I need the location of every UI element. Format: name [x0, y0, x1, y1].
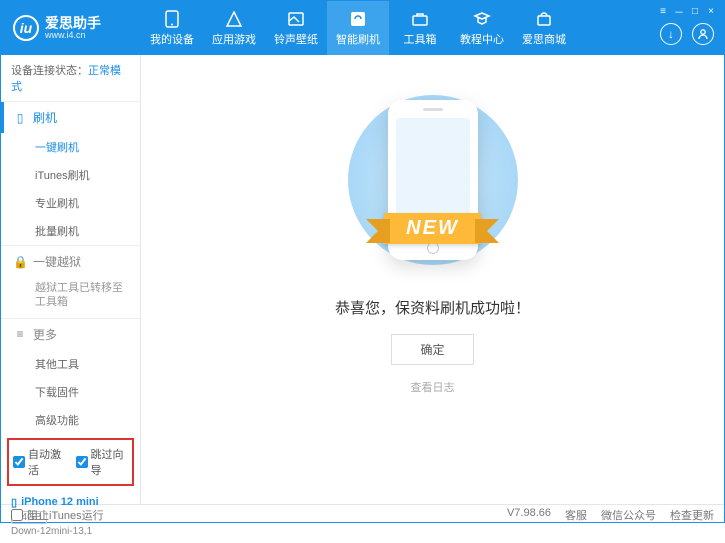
- maximize-icon[interactable]: □: [688, 5, 702, 17]
- sidebar-item-batch[interactable]: 批量刷机: [1, 217, 140, 245]
- sidebar-item-other[interactable]: 其他工具: [1, 350, 140, 378]
- connection-status: 设备连接状态：正常模式: [1, 55, 140, 101]
- nav-tutorials[interactable]: 教程中心: [451, 1, 513, 55]
- group-jailbreak[interactable]: 🔒 一键越狱: [1, 246, 140, 277]
- firmware-label: Down-12mini-13,1: [11, 526, 130, 537]
- app-header: iu 爱思助手 www.i4.cn 我的设备 应用游戏 铃声壁纸 智能刷机 工具…: [1, 1, 724, 55]
- group-title: 更多: [33, 326, 57, 343]
- nav-label: 我的设备: [150, 31, 194, 47]
- menu-icon[interactable]: ≡: [656, 5, 670, 17]
- group-title: 刷机: [33, 109, 57, 126]
- checkbox-input[interactable]: [13, 456, 25, 468]
- group-more[interactable]: ≡ 更多: [1, 319, 140, 350]
- sidebar-item-pro[interactable]: 专业刷机: [1, 189, 140, 217]
- nav-label: 教程中心: [460, 31, 504, 47]
- group-flash[interactable]: ▯ 刷机: [1, 102, 140, 133]
- ribbon-text: NEW: [384, 213, 481, 244]
- sidebar: 设备连接状态：正常模式 ▯刷机 一键刷机 iTunes刷机 专业刷机 批量刷机 …: [1, 55, 141, 504]
- nav-label: 铃声壁纸: [274, 31, 318, 47]
- phone-icon: [162, 10, 182, 28]
- sidebar-item-download[interactable]: 下载固件: [1, 378, 140, 406]
- main-content: NEW 恭喜您，保资料刷机成功啦！ 确定 查看日志: [141, 55, 724, 504]
- nav-apps[interactable]: 应用游戏: [203, 1, 265, 55]
- tutorial-icon: [472, 10, 492, 28]
- toolbox-icon: [410, 10, 430, 28]
- sidebar-item-itunes[interactable]: iTunes刷机: [1, 161, 140, 189]
- lock-icon: 🔒: [13, 255, 27, 269]
- close-icon[interactable]: ×: [704, 5, 718, 17]
- checkbox-input[interactable]: [76, 456, 88, 468]
- status-label: 设备连接状态：: [11, 65, 88, 77]
- skip-guide-checkbox[interactable]: 跳过向导: [76, 446, 129, 478]
- checkbox-label: 跳过向导: [91, 446, 129, 478]
- illustration: NEW: [353, 85, 513, 275]
- block-itunes-checkbox[interactable]: 阻止iTunes运行: [11, 507, 104, 523]
- nav-ringtones[interactable]: 铃声壁纸: [265, 1, 327, 55]
- nav-shop[interactable]: 爱思商城: [513, 1, 575, 55]
- update-link[interactable]: 检查更新: [670, 507, 714, 523]
- download-icon[interactable]: ↓: [660, 23, 682, 45]
- app-url: www.i4.cn: [45, 30, 101, 40]
- minimize-icon[interactable]: －: [672, 5, 686, 17]
- options-box: 自动激活 跳过向导: [7, 438, 134, 486]
- nav-toolbox[interactable]: 工具箱: [389, 1, 451, 55]
- sidebar-item-advanced[interactable]: 高级功能: [1, 406, 140, 434]
- flash-icon: [348, 10, 368, 28]
- more-icon: ≡: [13, 327, 27, 341]
- wallpaper-icon: [286, 10, 306, 28]
- checkbox-label: 自动激活: [28, 446, 66, 478]
- sidebar-item-oneclick[interactable]: 一键刷机: [1, 133, 140, 161]
- version-label: V7.98.66: [507, 507, 551, 523]
- nav-my-device[interactable]: 我的设备: [141, 1, 203, 55]
- phone-icon: ▯: [13, 111, 27, 125]
- auto-activate-checkbox[interactable]: 自动激活: [13, 446, 66, 478]
- logo-icon: iu: [13, 15, 39, 41]
- nav-label: 智能刷机: [336, 31, 380, 47]
- logo: iu 爱思助手 www.i4.cn: [1, 15, 141, 41]
- wechat-link[interactable]: 微信公众号: [601, 507, 656, 523]
- checkbox-input[interactable]: [11, 509, 23, 521]
- main-nav: 我的设备 应用游戏 铃声壁纸 智能刷机 工具箱 教程中心 爱思商城: [141, 1, 575, 55]
- nav-flash[interactable]: 智能刷机: [327, 1, 389, 55]
- success-message: 恭喜您，保资料刷机成功啦！: [335, 297, 530, 318]
- header-actions: ↓: [660, 23, 714, 45]
- checkbox-label: 阻止iTunes运行: [27, 507, 104, 523]
- new-ribbon: NEW: [335, 209, 531, 247]
- group-title: 一键越狱: [33, 253, 81, 270]
- apps-icon: [224, 10, 244, 28]
- service-link[interactable]: 客服: [565, 507, 587, 523]
- view-log-link[interactable]: 查看日志: [411, 379, 455, 395]
- ok-button[interactable]: 确定: [391, 334, 473, 365]
- app-name: 爱思助手: [45, 16, 101, 30]
- nav-label: 工具箱: [404, 31, 437, 47]
- nav-label: 爱思商城: [522, 31, 566, 47]
- window-controls: ≡ － □ ×: [656, 5, 718, 17]
- user-icon[interactable]: [692, 23, 714, 45]
- shop-icon: [534, 10, 554, 28]
- jailbreak-note: 越狱工具已转移至工具箱: [1, 277, 140, 318]
- nav-label: 应用游戏: [212, 31, 256, 47]
